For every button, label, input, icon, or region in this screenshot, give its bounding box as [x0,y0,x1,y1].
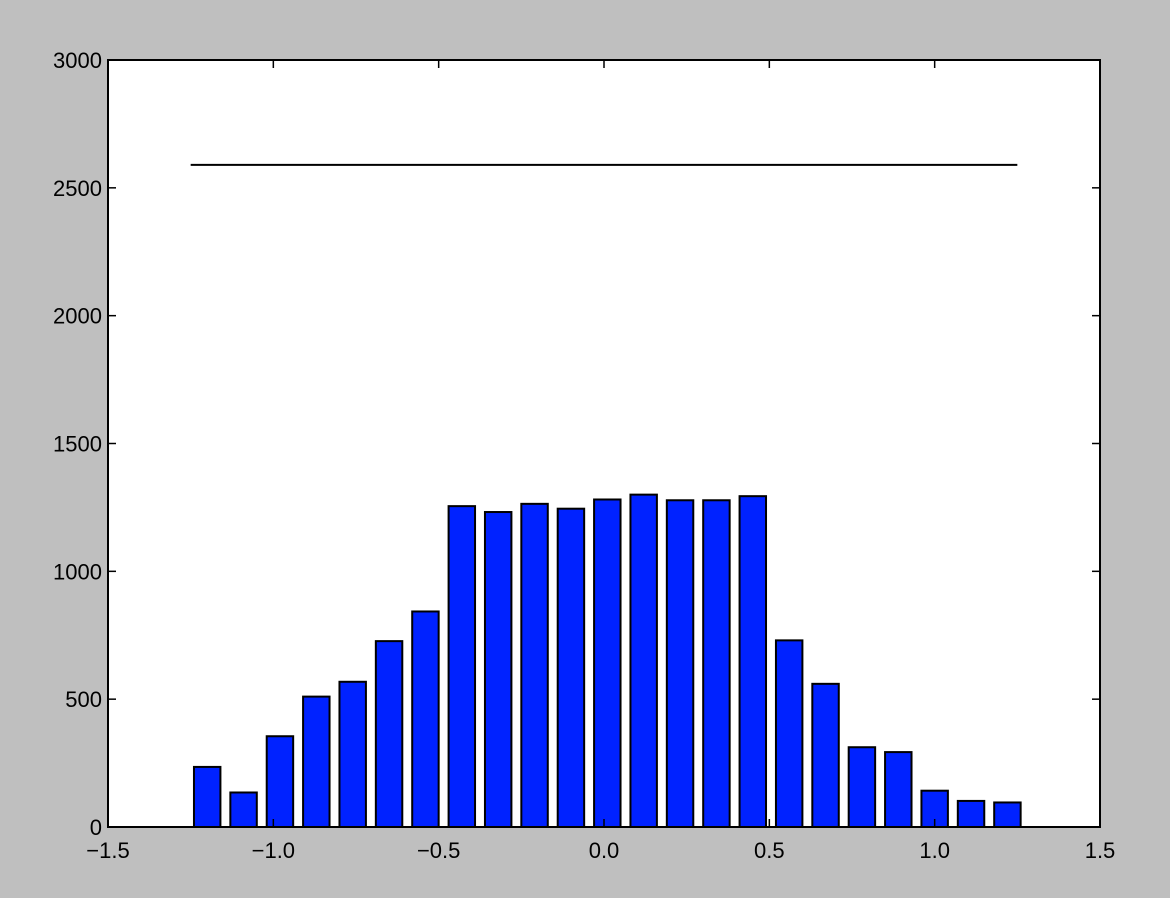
x-tick-label: 0.0 [589,838,620,863]
y-tick-label: 3000 [53,48,102,73]
bar [811,682,840,829]
x-tick-label: −0.5 [417,838,460,863]
y-tick-label: 500 [65,687,102,712]
bar [338,680,367,829]
x-tick-label: 0.5 [754,838,785,863]
bar [629,493,658,828]
bar [956,799,986,828]
x-tick-label: −1.0 [252,838,295,863]
bar [702,499,731,828]
y-tick-label: 0 [90,815,102,840]
x-tick-label: −1.5 [86,838,129,863]
bar [520,502,549,828]
bar [774,639,804,828]
bar [265,735,295,828]
bar [411,610,440,828]
bar [993,801,1022,829]
bar [447,505,477,828]
histogram-chart: −1.5 −1.0 −0.5 0.0 0.5 1.0 1.5 0 500 1000 1500 200… [0,0,1170,898]
y-tick-label: 2000 [53,304,102,329]
bar [556,507,586,828]
bar [847,746,877,828]
bar [884,751,913,829]
bar [192,765,222,828]
bar [665,499,695,828]
x-tick-label: 1.0 [919,838,950,863]
bar [302,695,331,828]
bar [374,640,404,828]
bar [738,495,768,828]
bar [593,498,622,828]
y-tick-label: 2500 [53,176,102,201]
x-tick-label: 1.5 [1085,838,1116,863]
bar [483,511,513,829]
y-tick-label: 1500 [53,432,102,457]
bar [229,791,258,828]
y-tick-label: 1000 [53,559,102,584]
